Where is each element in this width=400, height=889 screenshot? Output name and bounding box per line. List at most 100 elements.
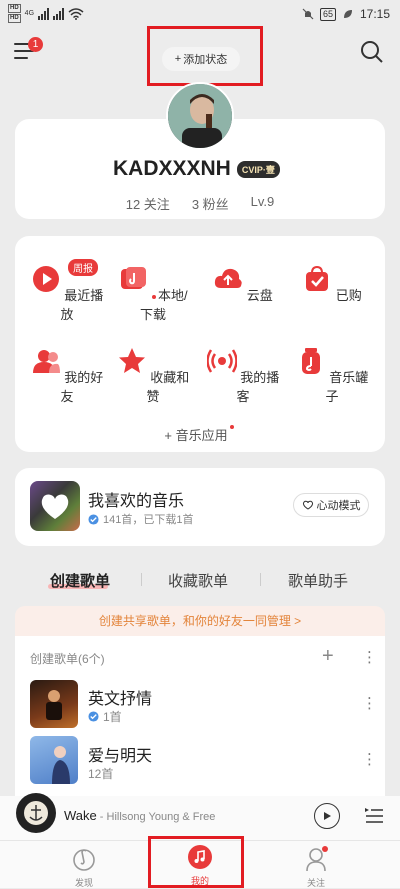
- avatar[interactable]: [166, 82, 234, 150]
- playlist-title[interactable]: 爱与明天: [88, 742, 152, 766]
- nav-follow-label: 关注: [306, 878, 325, 888]
- purchased-item[interactable]: 已购: [292, 264, 372, 304]
- weekly-badge: 周报: [68, 259, 98, 276]
- liked-cover: [30, 481, 80, 531]
- folder-icon: [121, 267, 147, 289]
- playlist-count: 1首: [103, 710, 122, 724]
- now-playing-text[interactable]: Wake - Hillsong Young & Free: [64, 808, 215, 823]
- new-dot: [152, 294, 156, 299]
- nav-mine[interactable]: 我的: [170, 844, 230, 887]
- downloaded-check-icon: [88, 711, 99, 722]
- local-download-item[interactable]: 本地/下载: [113, 264, 193, 323]
- nav-follow[interactable]: 关注: [286, 846, 346, 889]
- podcast-icon: [205, 349, 238, 373]
- tab-assistant[interactable]: 歌单助手: [288, 570, 348, 591]
- add-status-label: 添加状态: [183, 54, 228, 66]
- local-download-label: 本地/下载: [139, 288, 188, 322]
- music-jar-item[interactable]: 音乐罐子: [292, 346, 372, 405]
- tab-divider: [141, 573, 142, 586]
- friends-label: 我的好友: [60, 370, 104, 404]
- netease-logo-icon: [73, 849, 95, 871]
- wifi-icon: [68, 7, 84, 20]
- level[interactable]: Lv.9: [251, 194, 275, 213]
- liked-count: 141首，已下载1首: [103, 514, 194, 526]
- user-icon: [306, 846, 328, 872]
- play-button[interactable]: [314, 803, 340, 829]
- playlist-cover[interactable]: [30, 736, 78, 784]
- downloaded-check-icon: [88, 513, 99, 525]
- podcast-item[interactable]: 我的播客: [203, 346, 283, 405]
- friends-icon: [32, 350, 60, 373]
- heart-icon: [41, 494, 69, 519]
- search-icon[interactable]: [360, 40, 384, 64]
- artist-name: - Hillsong Young & Free: [96, 811, 216, 823]
- play-icon: [324, 812, 331, 820]
- music-apps-label: + 音乐应用: [164, 428, 228, 443]
- music-note-icon: [188, 845, 212, 869]
- hd-icon: HD: [8, 14, 21, 23]
- battery-icon: 65: [319, 7, 336, 21]
- song-title: Wake: [64, 808, 97, 823]
- favorites-item[interactable]: 收藏和赞: [113, 346, 193, 405]
- star-icon: [118, 348, 145, 373]
- signal-bars-icon: [38, 7, 50, 20]
- more-icon[interactable]: ⋮: [362, 750, 377, 768]
- purchased-label: 已购: [335, 288, 362, 303]
- profile-stats: 12 关注 3 粉丝 Lv.9: [0, 194, 400, 213]
- cloud-drive-item[interactable]: 云盘: [203, 264, 283, 304]
- leaf-icon: [343, 10, 352, 18]
- share-playlist-banner[interactable]: 创建共享歌单，和你的好友一同管理 >: [15, 606, 385, 636]
- music-apps-button[interactable]: + 音乐应用: [0, 425, 400, 444]
- follow-count[interactable]: 12 关注: [126, 194, 170, 213]
- purchased-icon: [306, 265, 329, 291]
- nav-discover-label: 发现: [74, 878, 93, 888]
- cloud-drive-label: 云盘: [246, 288, 273, 303]
- nav-discover[interactable]: 发现: [54, 846, 114, 889]
- tab-collected[interactable]: 收藏歌单: [168, 570, 228, 591]
- liked-subtitle: 141首，已下载1首: [88, 511, 193, 527]
- album-art: [24, 801, 48, 825]
- signal-label: 4G: [24, 10, 35, 17]
- nav-mine-label: 我的: [190, 876, 209, 886]
- signal-bars-icon: [53, 7, 65, 20]
- cloud-icon: [215, 268, 242, 288]
- clock: 17:15: [359, 7, 390, 21]
- mute-bell-icon: [302, 8, 314, 20]
- vip-badge[interactable]: CVIP·壹: [236, 160, 280, 178]
- podcast-label: 我的播客: [236, 370, 280, 404]
- playlist-subtitle: 12首: [88, 765, 113, 782]
- add-playlist-icon[interactable]: +: [322, 645, 334, 668]
- playlist-count: 12首: [88, 767, 114, 781]
- playlist-cover[interactable]: [30, 680, 78, 728]
- status-right: 65 17:15: [302, 7, 390, 21]
- playlist-cover-art: [46, 690, 62, 720]
- heartbeat-label: 心动模式: [316, 500, 361, 512]
- playlist-title[interactable]: 英文抒情: [88, 685, 152, 709]
- playlist-queue-icon[interactable]: [364, 805, 384, 825]
- now-playing-cover[interactable]: [16, 793, 56, 833]
- tab-divider: [260, 573, 261, 586]
- favorites-label: 收藏和赞: [146, 370, 190, 404]
- heartbeat-mode-button[interactable]: 心动模式: [293, 493, 369, 517]
- play-icon: [32, 266, 59, 292]
- music-jar-label: 音乐罐子: [325, 370, 369, 404]
- jar-icon: [301, 348, 320, 374]
- recent-play-label: 最近播放: [60, 288, 104, 322]
- tab-created[interactable]: 创建歌单: [50, 570, 110, 591]
- new-dot: [229, 425, 234, 429]
- liked-title: 我喜欢的音乐: [88, 493, 185, 510]
- more-icon[interactable]: ⋮: [362, 648, 377, 666]
- menu-badge: 1: [28, 37, 43, 52]
- username-row: KADXXXNH CVIP·壹: [113, 157, 280, 181]
- hd-icon: HD: [8, 4, 21, 13]
- more-icon[interactable]: ⋮: [362, 694, 377, 712]
- heart-outline-icon: [302, 500, 313, 510]
- username[interactable]: KADXXXNH: [113, 157, 231, 181]
- signal-group: HD HD 4G: [8, 4, 84, 23]
- playlist-subtitle: 1首: [88, 708, 122, 725]
- fans-count[interactable]: 3 粉丝: [192, 194, 229, 213]
- avatar-image: [168, 84, 232, 148]
- friends-item[interactable]: 我的好友: [27, 346, 107, 405]
- plus-icon: +: [174, 53, 182, 65]
- add-status-button[interactable]: + 添加状态: [162, 47, 240, 71]
